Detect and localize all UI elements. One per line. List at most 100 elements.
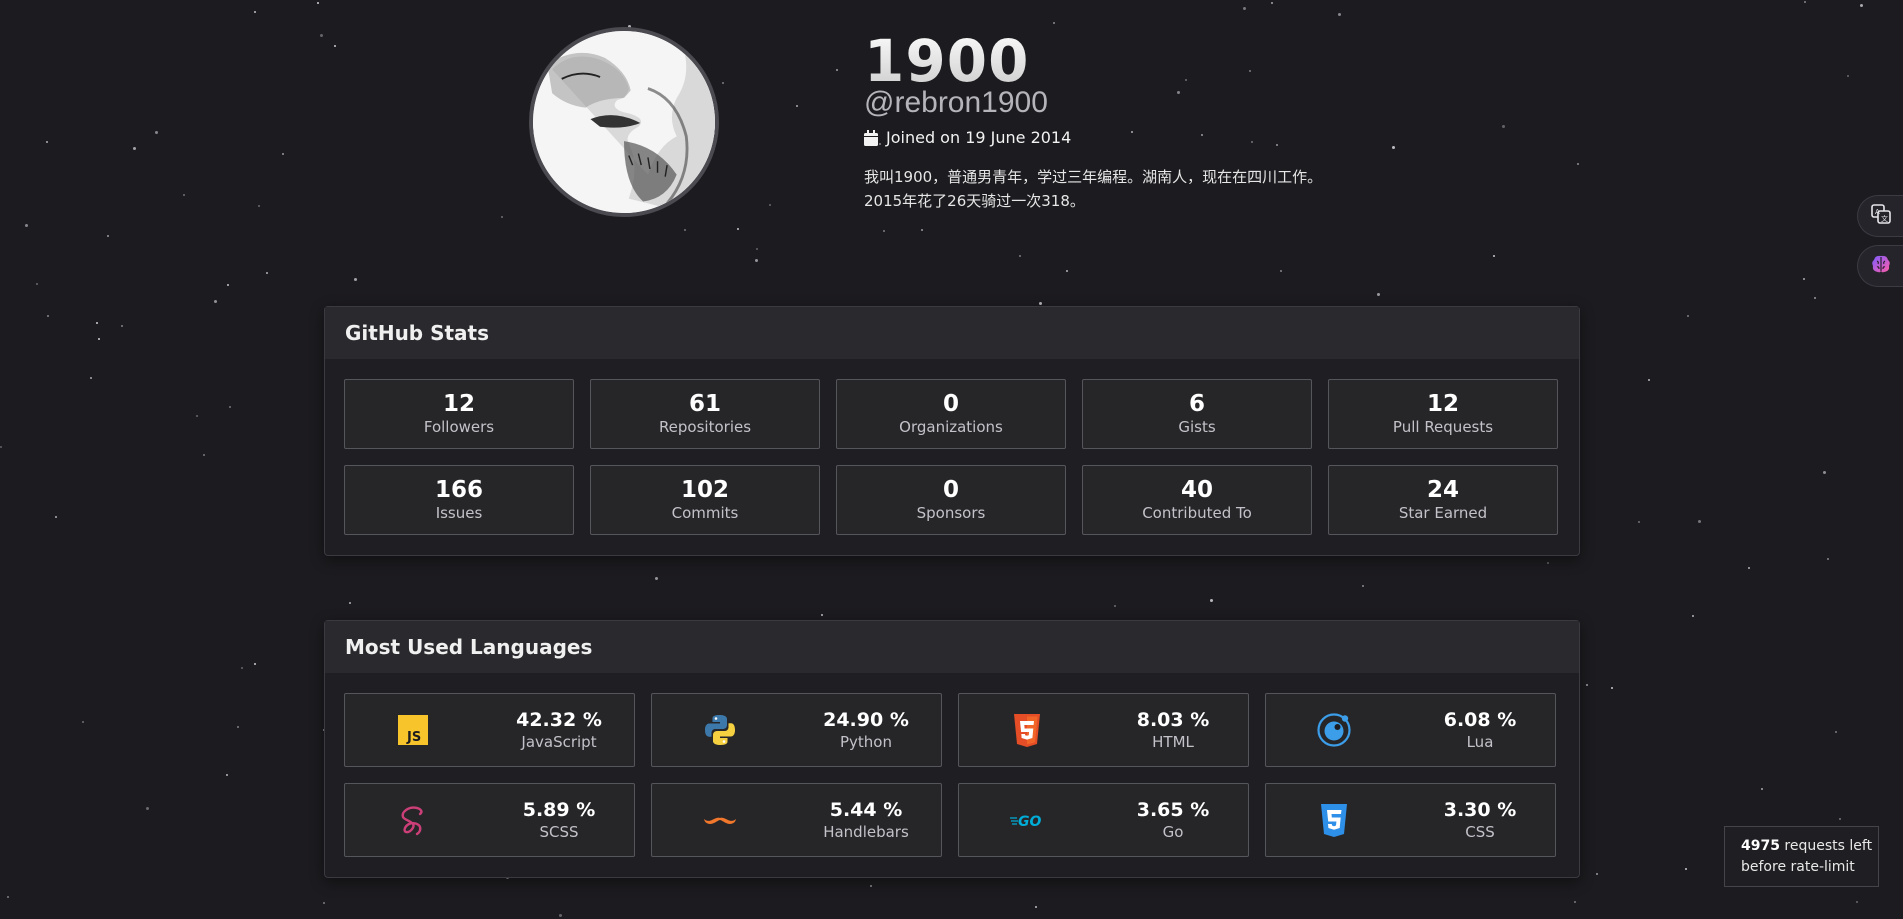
profile-handle[interactable]: @rebron1900 bbox=[864, 86, 1048, 120]
stat-contributed-to: 40 Contributed To bbox=[1082, 465, 1312, 535]
lang-go: GO 3.65 % Go bbox=[958, 783, 1249, 857]
star bbox=[1392, 146, 1395, 149]
star bbox=[559, 914, 562, 917]
star bbox=[354, 278, 357, 281]
star bbox=[229, 406, 231, 408]
star bbox=[36, 283, 38, 285]
star bbox=[227, 284, 229, 286]
star bbox=[323, 902, 325, 904]
star bbox=[349, 602, 351, 604]
star bbox=[1574, 901, 1576, 903]
star bbox=[1577, 163, 1579, 165]
stat-label: Issues bbox=[435, 504, 483, 522]
star bbox=[1586, 684, 1588, 686]
star bbox=[47, 315, 49, 317]
stat-pull-requests: 12 Pull Requests bbox=[1328, 379, 1558, 449]
star bbox=[1066, 270, 1068, 272]
svg-text:GO: GO bbox=[1018, 814, 1041, 830]
star bbox=[796, 105, 798, 107]
ai-assistant-button[interactable] bbox=[1857, 245, 1903, 287]
lang-name: JavaScript bbox=[521, 733, 597, 751]
star bbox=[46, 141, 48, 143]
star bbox=[755, 259, 758, 262]
joined-date: Joined on 19 June 2014 bbox=[864, 128, 1071, 147]
star bbox=[241, 667, 243, 669]
stat-issues: 166 Issues bbox=[344, 465, 574, 535]
star bbox=[214, 300, 217, 303]
lang-percent: 3.30 % bbox=[1443, 799, 1517, 821]
star bbox=[1251, 141, 1253, 143]
lang-name: CSS bbox=[1465, 823, 1495, 841]
languages-card: Most Used Languages JS 42.32 % JavaScript… bbox=[324, 620, 1580, 878]
star bbox=[1638, 521, 1640, 523]
star bbox=[1271, 2, 1273, 4]
star bbox=[1596, 873, 1598, 875]
star bbox=[655, 577, 658, 580]
star bbox=[1692, 615, 1694, 617]
star bbox=[1803, 278, 1805, 280]
lang-name: Go bbox=[1162, 823, 1184, 841]
stat-label: Contributed To bbox=[1142, 504, 1252, 522]
handlebars-icon bbox=[702, 802, 738, 838]
rate-limit-count: 4975 bbox=[1741, 838, 1780, 854]
star bbox=[1493, 255, 1495, 257]
star bbox=[870, 885, 872, 887]
star bbox=[258, 205, 260, 207]
star bbox=[737, 228, 739, 230]
star bbox=[96, 322, 98, 324]
translate-button[interactable]: A文 bbox=[1857, 195, 1903, 237]
stat-value: 12 bbox=[1426, 391, 1459, 417]
star bbox=[254, 11, 256, 13]
star bbox=[1835, 731, 1837, 733]
html5-icon bbox=[1009, 712, 1045, 748]
star bbox=[501, 216, 503, 218]
joined-text: Joined on 19 June 2014 bbox=[886, 128, 1072, 147]
stat-gists: 6 Gists bbox=[1082, 379, 1312, 449]
rate-limit-text: requests left bbox=[1779, 838, 1873, 854]
stat-repositories: 61 Repositories bbox=[590, 379, 820, 449]
star bbox=[1280, 270, 1282, 272]
stat-value: 6 bbox=[1188, 391, 1205, 417]
star bbox=[1338, 13, 1341, 16]
star bbox=[1039, 302, 1042, 305]
star bbox=[7, 896, 9, 898]
stat-value: 12 bbox=[442, 391, 475, 417]
css3-icon bbox=[1316, 802, 1352, 838]
star bbox=[1177, 91, 1180, 94]
profile-bio: 我叫1900，普通男青年，学过三年编程。湖南人，现在在四川工作。 2015年花了… bbox=[864, 165, 1322, 213]
star bbox=[1377, 293, 1380, 296]
star bbox=[1804, 1, 1806, 3]
lang-html: 8.03 % HTML bbox=[958, 693, 1249, 767]
stat-label: Star Earned bbox=[1398, 504, 1488, 522]
star bbox=[1611, 687, 1613, 689]
brain-icon bbox=[1870, 253, 1892, 279]
svg-text:JS: JS bbox=[406, 730, 421, 745]
star bbox=[1823, 471, 1826, 474]
star bbox=[684, 229, 686, 231]
star bbox=[1201, 134, 1203, 136]
stat-sponsors: 0 Sponsors bbox=[836, 465, 1066, 535]
star bbox=[921, 229, 923, 231]
star bbox=[1502, 125, 1505, 128]
star bbox=[254, 663, 256, 665]
star bbox=[282, 153, 284, 155]
stat-star-earned: 24 Star Earned bbox=[1328, 465, 1558, 535]
star bbox=[1249, 70, 1251, 72]
github-stats-title: GitHub Stats bbox=[325, 307, 1579, 359]
stat-value: 0 bbox=[942, 477, 959, 503]
stat-value: 61 bbox=[688, 391, 721, 417]
lang-percent: 3.65 % bbox=[1136, 799, 1210, 821]
stat-value: 102 bbox=[680, 477, 729, 503]
lang-name: SCSS bbox=[539, 823, 579, 841]
lang-javascript: JS 42.32 % JavaScript bbox=[344, 693, 635, 767]
star bbox=[1847, 75, 1849, 77]
star bbox=[0, 446, 2, 448]
stat-label: Pull Requests bbox=[1392, 418, 1494, 436]
python-icon bbox=[702, 712, 738, 748]
github-stats-card: GitHub Stats 12 Followers 61 Repositories … bbox=[324, 306, 1580, 556]
star bbox=[1131, 131, 1133, 133]
star bbox=[1856, 901, 1858, 903]
star bbox=[1547, 562, 1549, 564]
stat-value: 40 bbox=[1180, 477, 1213, 503]
lang-name: Lua bbox=[1466, 733, 1494, 751]
